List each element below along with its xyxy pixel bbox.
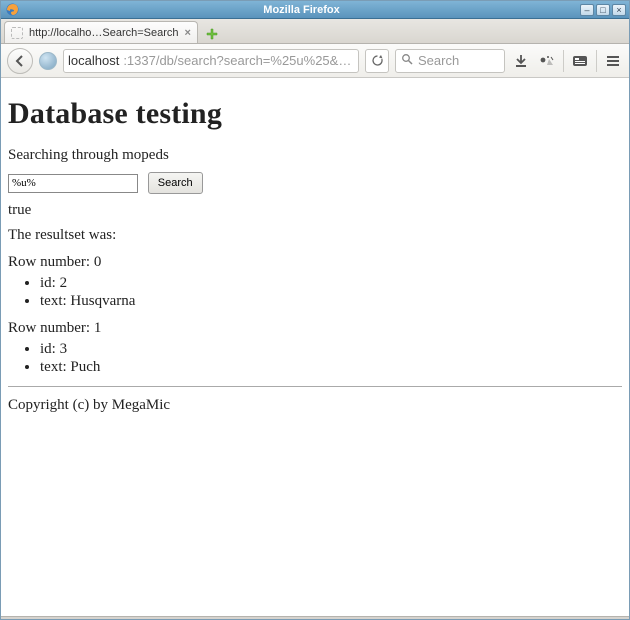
new-tab-button[interactable] [202,25,222,43]
toolbar-divider [596,50,597,72]
page-content: Database testing Searching through moped… [1,78,629,616]
search-input[interactable] [8,174,138,193]
resultset-label: The resultset was: [8,227,622,244]
browser-tab[interactable]: http://localho…Search=Search × [4,21,198,43]
horizontal-rule [8,386,622,387]
footer-text: Copyright (c) by MegaMic [8,397,622,414]
result-row: Row number: 1 id: 3 text: Puch [8,320,622,376]
browser-window: Mozilla Firefox ‒ □ × http://localho…Sea… [0,0,630,620]
downloads-button[interactable] [511,51,531,71]
site-identity-icon[interactable] [39,52,57,70]
tab-strip: http://localho…Search=Search × [1,19,629,44]
row-fields: id: 2 text: Husqvarna [8,275,622,310]
url-bar[interactable]: localhost :1337/db/search?search=%25u%25… [63,49,359,73]
url-path: :1337/db/search?search=%25u%25&doSearch=… [123,53,354,68]
close-tab-icon[interactable]: × [185,27,191,39]
list-item: id: 3 [40,341,622,358]
result-bool: true [8,202,622,219]
search-placeholder: Search [418,53,459,68]
maximize-button[interactable]: □ [596,4,610,16]
reload-button[interactable] [365,49,389,73]
list-item: id: 2 [40,275,622,292]
list-item: text: Puch [40,359,622,376]
firefox-icon [5,3,19,17]
list-item: text: Husqvarna [40,293,622,310]
close-window-button[interactable]: × [612,4,626,16]
menu-button[interactable] [603,51,623,71]
search-bar[interactable]: Search [395,49,505,73]
page-icon [11,27,23,39]
navigation-toolbar: localhost :1337/db/search?search=%25u%25… [1,44,629,78]
row-label: Row number: 0 [8,254,101,270]
window-titlebar: Mozilla Firefox ‒ □ × [1,1,629,19]
window-title: Mozilla Firefox [23,4,580,16]
status-bar [1,616,629,619]
toolbar-divider [563,50,564,72]
url-host: localhost [68,53,119,68]
row-fields: id: 3 text: Puch [8,341,622,376]
page-subtitle: Searching through mopeds [8,147,622,164]
extension-button[interactable] [537,51,557,71]
search-icon [401,53,413,68]
minimize-button[interactable]: ‒ [580,4,594,16]
search-button[interactable]: Search [148,172,203,194]
result-row: Row number: 0 id: 2 text: Husqvarna [8,254,622,310]
back-button[interactable] [7,48,33,74]
bookmarks-button[interactable] [570,51,590,71]
tab-label: http://localho…Search=Search [29,27,179,39]
page-title: Database testing [8,97,622,131]
row-label: Row number: 1 [8,320,101,336]
